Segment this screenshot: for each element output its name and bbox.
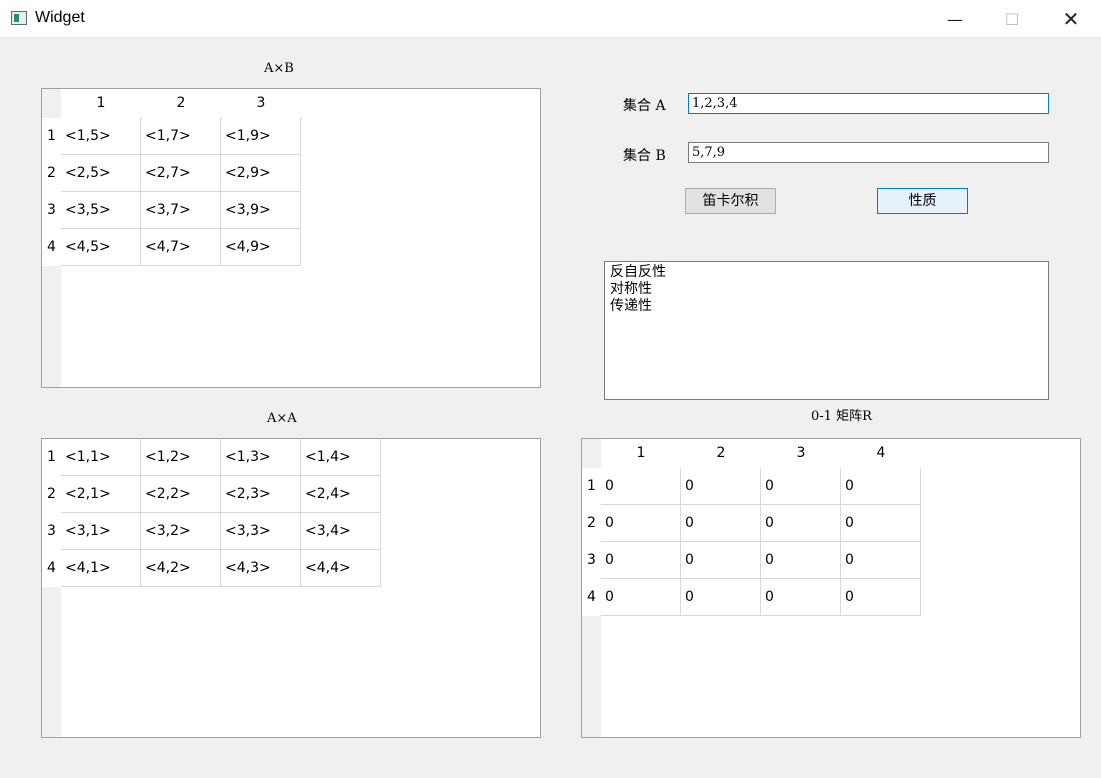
table-cell[interactable]: <2,1> (61, 476, 141, 513)
close-button[interactable]: ✕ (1048, 0, 1094, 38)
table-cell[interactable]: 0 (841, 505, 921, 542)
table-cell[interactable]: <4,4> (301, 550, 381, 587)
row-header[interactable]: 1 (42, 439, 61, 476)
axa-table[interactable]: 1 2 3 4 <1,1> <1,2> <1,3> <1,4> <2,1> <2… (41, 438, 541, 738)
table-cell[interactable]: <2,5> (61, 155, 141, 192)
table-cell[interactable]: <4,9> (221, 229, 301, 266)
app-icon (11, 11, 27, 25)
table-cell[interactable]: <4,2> (141, 550, 221, 587)
table-cell[interactable]: <1,5> (61, 118, 141, 155)
minimize-button[interactable]: — (932, 0, 978, 38)
cartesian-product-button[interactable]: 笛卡尔积 (685, 188, 776, 214)
table-cell[interactable]: <3,5> (61, 192, 141, 229)
column-header[interactable]: 1 (601, 439, 681, 468)
set-b-input[interactable]: 5,7,9 (688, 142, 1049, 163)
table-cell[interactable]: <1,3> (221, 439, 301, 476)
property-line: 对称性 (610, 281, 652, 297)
matrix-table[interactable]: 1 2 3 4 1 2 3 4 0 0 0 0 0 0 0 0 0 0 0 0 … (581, 438, 1081, 738)
table-cell[interactable]: <2,2> (141, 476, 221, 513)
table-cell[interactable]: 0 (681, 505, 761, 542)
table-cell[interactable]: 0 (841, 468, 921, 505)
title-bar: Widget — ☐ ✕ (0, 0, 1101, 38)
properties-output[interactable]: 反自反性 对称性 传递性 (604, 261, 1049, 400)
matrix-caption: 0-1 矩阵R (811, 409, 872, 424)
property-line: 传递性 (610, 298, 652, 314)
row-header[interactable]: 4 (42, 550, 61, 587)
row-header[interactable]: 4 (42, 229, 61, 266)
row-header[interactable]: 2 (582, 505, 601, 542)
table-cell[interactable]: 0 (841, 542, 921, 579)
table-cell[interactable]: <4,1> (61, 550, 141, 587)
table-cell[interactable]: <4,3> (221, 550, 301, 587)
table-cell[interactable]: <1,7> (141, 118, 221, 155)
table-cell[interactable]: 0 (601, 468, 681, 505)
table-cell[interactable]: 0 (761, 579, 841, 616)
column-header[interactable]: 3 (761, 439, 841, 468)
table-cell[interactable]: <3,7> (141, 192, 221, 229)
row-header[interactable]: 2 (42, 476, 61, 513)
table-cell[interactable]: <1,9> (221, 118, 301, 155)
row-header[interactable]: 3 (582, 542, 601, 579)
table-cell[interactable]: 0 (681, 542, 761, 579)
row-header[interactable]: 4 (582, 579, 601, 616)
table-cell[interactable]: 0 (601, 505, 681, 542)
maximize-button[interactable]: ☐ (989, 0, 1035, 38)
table-cell[interactable]: <2,9> (221, 155, 301, 192)
table-cell[interactable]: <4,7> (141, 229, 221, 266)
axb-caption: A×B (264, 61, 294, 76)
table-cell[interactable]: <1,2> (141, 439, 221, 476)
table-cell[interactable]: <1,4> (301, 439, 381, 476)
table-cell[interactable]: <4,5> (61, 229, 141, 266)
table-cell[interactable]: <3,1> (61, 513, 141, 550)
window-title: Widget (35, 9, 85, 26)
table-cell[interactable]: <1,1> (61, 439, 141, 476)
row-header[interactable]: 3 (42, 513, 61, 550)
row-header[interactable]: 1 (42, 118, 61, 155)
table-cell[interactable]: <3,3> (221, 513, 301, 550)
row-header[interactable]: 3 (42, 192, 61, 229)
table-cell[interactable]: 0 (681, 579, 761, 616)
table-cell[interactable]: <2,7> (141, 155, 221, 192)
row-header[interactable]: 2 (42, 155, 61, 192)
column-header[interactable]: 2 (681, 439, 761, 468)
column-header[interactable]: 3 (221, 89, 301, 118)
table-cell[interactable]: <3,2> (141, 513, 221, 550)
axa-caption: A×A (267, 411, 297, 426)
table-cell[interactable]: 0 (841, 579, 921, 616)
table-cell[interactable]: 0 (681, 468, 761, 505)
row-header[interactable]: 1 (582, 468, 601, 505)
axb-table[interactable]: 1 2 3 1 2 3 4 <1,5> <1,7> <1,9> <2,5> <2… (41, 88, 541, 388)
table-cell[interactable]: <3,9> (221, 192, 301, 229)
table-cell[interactable]: 0 (761, 468, 841, 505)
table-cell[interactable]: <2,4> (301, 476, 381, 513)
column-header[interactable]: 4 (841, 439, 921, 468)
table-cell[interactable]: <2,3> (221, 476, 301, 513)
property-button[interactable]: 性质 (877, 188, 968, 214)
table-cell[interactable]: 0 (601, 542, 681, 579)
property-line: 反自反性 (610, 264, 666, 280)
table-cell[interactable]: 0 (601, 579, 681, 616)
table-cell[interactable]: 0 (761, 542, 841, 579)
set-b-label: 集合 B (623, 148, 666, 164)
column-header[interactable]: 2 (141, 89, 221, 118)
table-cell[interactable]: <3,4> (301, 513, 381, 550)
set-a-label: 集合 A (623, 98, 666, 114)
set-a-input[interactable]: 1,2,3,4 (688, 93, 1049, 114)
column-header[interactable]: 1 (61, 89, 141, 118)
table-cell[interactable]: 0 (761, 505, 841, 542)
